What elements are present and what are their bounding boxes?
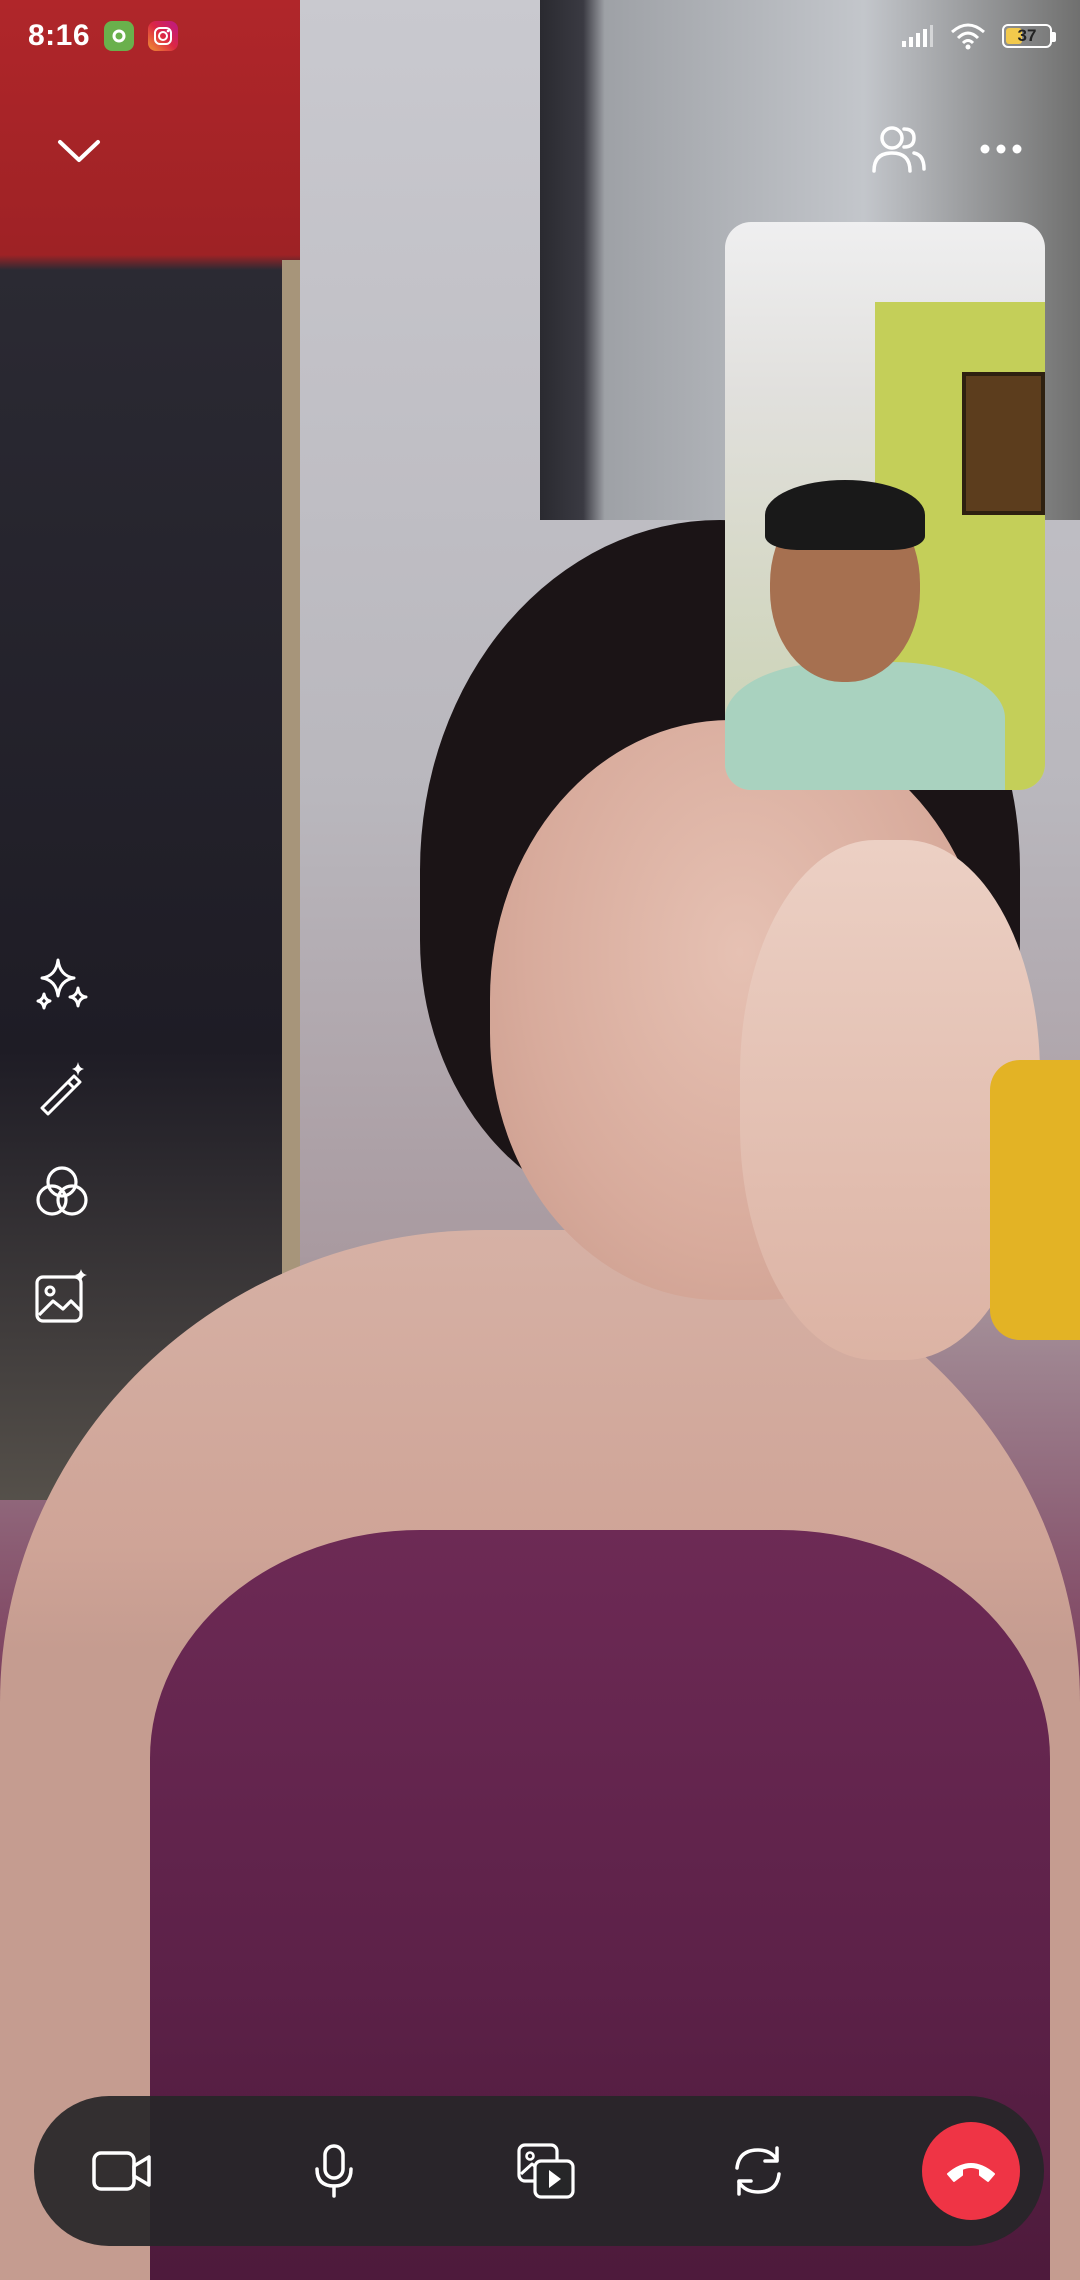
end-call-icon — [944, 2156, 998, 2186]
share-media-button[interactable] — [498, 2123, 594, 2219]
settings-app-icon — [104, 21, 135, 51]
effects-toolbar — [28, 950, 98, 1330]
flip-camera-icon — [729, 2142, 787, 2200]
more-options-button[interactable] — [956, 104, 1046, 194]
end-call-button[interactable] — [922, 2122, 1020, 2220]
background-image-icon — [33, 1267, 91, 1325]
status-bar: 8:16 37 — [0, 0, 1080, 72]
wifi-icon — [950, 22, 986, 50]
participants-icon — [870, 123, 928, 175]
instagram-icon — [148, 21, 179, 51]
video-call-screen: 8:16 37 — [0, 0, 1080, 2280]
flip-camera-button[interactable] — [710, 2123, 806, 2219]
toggle-microphone-button[interactable] — [286, 2123, 382, 2219]
participants-button[interactable] — [854, 104, 944, 194]
effects-button[interactable] — [28, 950, 96, 1018]
filters-icon — [33, 1163, 91, 1221]
toggle-video-button[interactable] — [74, 2123, 170, 2219]
background-image-button[interactable] — [28, 1262, 96, 1330]
share-media-icon — [516, 2142, 576, 2200]
microphone-icon — [312, 2143, 356, 2199]
video-camera-icon — [91, 2149, 153, 2193]
battery-level: 37 — [1017, 26, 1037, 45]
self-view-video[interactable] — [725, 222, 1045, 790]
magic-wand-icon — [34, 1060, 90, 1116]
battery-icon: 37 — [1002, 24, 1056, 48]
minimize-call-button[interactable] — [34, 106, 124, 196]
status-time: 8:16 — [28, 19, 91, 52]
chevron-down-icon — [56, 137, 102, 165]
magic-wand-button[interactable] — [28, 1054, 96, 1122]
sparkles-icon — [34, 956, 90, 1012]
filters-button[interactable] — [28, 1158, 96, 1226]
signal-icon — [900, 23, 934, 49]
call-controls-bar — [34, 2096, 1044, 2246]
more-options-icon — [980, 144, 1022, 154]
